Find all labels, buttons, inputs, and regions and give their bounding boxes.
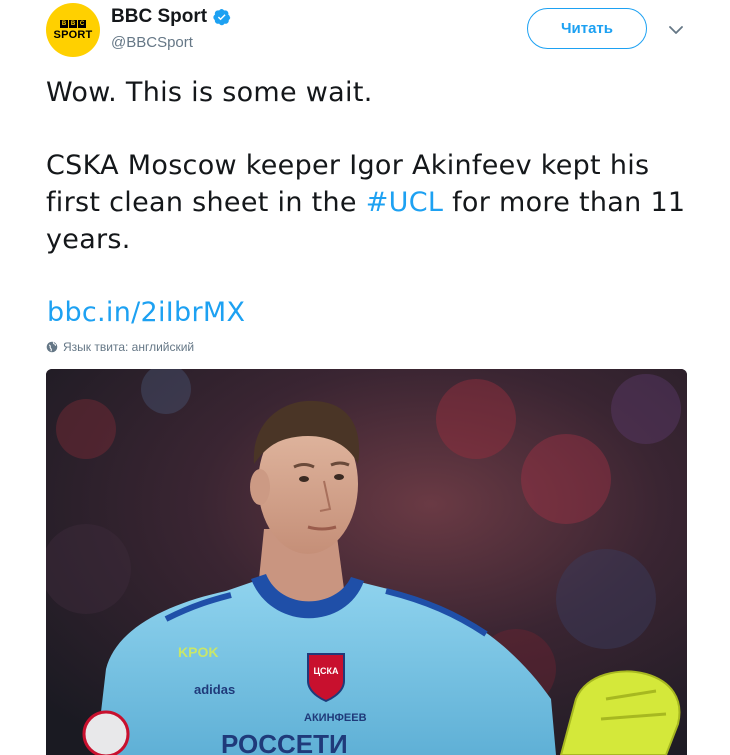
language-note: Язык твита: английский <box>63 340 195 354</box>
display-name[interactable]: BBC Sport <box>111 6 207 28</box>
badge-text: ЦСКА <box>313 666 339 676</box>
bbc-block-2: B <box>69 19 77 28</box>
cska-badge-icon <box>307 653 345 703</box>
bbc-logo-blocks: B B C <box>60 19 86 28</box>
avatar[interactable]: B B C SPORT <box>46 3 100 57</box>
avatar-sport-label: SPORT <box>53 28 93 41</box>
short-link[interactable]: bbc.in/2iIbrMX <box>47 297 245 328</box>
tweet-card: B B C SPORT BBC Sport @BBCSport Читать W… <box>0 0 730 755</box>
player-name-text: АКИНФЕЕВ <box>304 712 367 724</box>
account-handle[interactable]: @BBCSport <box>111 34 193 51</box>
tweet-text: Wow. This is some wait. CSKA Moscow keep… <box>46 74 706 258</box>
tweet-paragraph-2: CSKA Moscow keeper Igor Akinfeev kept hi… <box>46 147 706 258</box>
language-note-row: Язык твита: английский <box>46 340 194 354</box>
maker-text: adidas <box>194 682 235 697</box>
hashtag-link[interactable]: #UCL <box>366 187 443 218</box>
follow-button[interactable]: Читать <box>527 8 647 49</box>
goalkeeper-photo-image: KPOK adidas ЦСКА АКИНФЕЕВ РОССЕТИ <box>46 369 687 755</box>
chevron-down-icon[interactable] <box>666 20 686 40</box>
bbc-block-1: B <box>60 19 68 28</box>
verified-badge-icon <box>213 8 231 26</box>
bbc-block-3: C <box>78 19 86 28</box>
tweet-link-line: bbc.in/2iIbrMX <box>47 294 245 331</box>
globe-icon <box>46 341 58 353</box>
sponsor-text: РОССЕТИ <box>221 729 348 755</box>
tweet-line-1: Wow. This is some wait. <box>46 77 373 108</box>
kit-brand-text: KPOK <box>178 644 218 660</box>
tweet-photo[interactable]: KPOK adidas ЦСКА АКИНФЕЕВ РОССЕТИ <box>46 369 687 755</box>
account-name-row: BBC Sport <box>111 6 231 28</box>
